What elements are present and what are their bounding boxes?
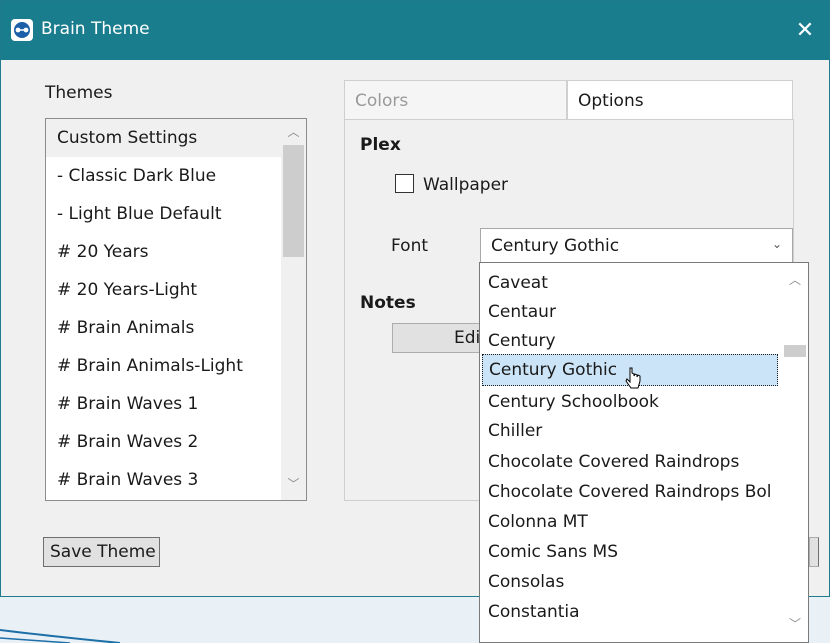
font-option[interactable]: Caveat [480,267,780,299]
notes-heading: Notes [360,293,416,313]
font-option[interactable]: Centaur [480,296,780,328]
wallpaper-label: Wallpaper [423,175,509,195]
tab-options[interactable]: Options [567,80,793,120]
scrollbar-thumb[interactable] [784,345,806,357]
tab-colors[interactable]: Colors [344,80,567,120]
font-option[interactable]: Comic Sans MS [480,536,780,568]
close-icon[interactable]: ✕ [781,1,829,60]
font-option[interactable]: Century [480,325,780,357]
window-title: Brain Theme [41,19,150,39]
font-option[interactable]: Chiller [480,415,780,447]
list-item[interactable]: - Classic Dark Blue [46,157,281,195]
themes-listbox[interactable]: Custom Settings - Classic Dark Blue - Li… [45,118,307,501]
mouse-cursor-icon [625,367,641,389]
themes-label: Themes [45,83,113,103]
scroll-down-icon[interactable]: ﹀ [281,475,306,492]
wallpaper-checkbox[interactable] [395,174,414,193]
scrollbar-thumb[interactable] [283,145,304,257]
tab-colors-label: Colors [355,91,409,111]
font-label: Font [391,236,429,256]
scroll-up-icon[interactable]: ︿ [281,123,306,140]
list-item[interactable]: # Brain Animals [46,309,281,347]
partially-hidden-button[interactable] [809,537,819,567]
font-option[interactable]: Constantia [480,596,780,628]
font-dropdown-list[interactable]: Caveat Centaur Century Century Gothic Ce… [479,262,809,643]
title-bar: Brain Theme ✕ [1,1,829,60]
chevron-down-icon[interactable]: ⌄ [772,237,782,251]
font-combobox[interactable]: Century Gothic ⌄ [480,228,793,264]
list-item[interactable]: # 20 Years-Light [46,271,281,309]
save-theme-button[interactable]: Save Theme [43,537,160,567]
font-combobox-value: Century Gothic [491,236,620,256]
font-dropdown-scrollbar[interactable]: ︿ ﹀ [782,263,808,642]
list-item[interactable]: # Brain Waves 3 [46,461,281,499]
font-option[interactable]: Chocolate Covered Raindrops [480,446,780,478]
list-item[interactable]: Custom Settings [46,119,281,157]
font-option[interactable]: Chocolate Covered Raindrops Bol [480,476,780,508]
brain-app-icon [11,19,33,41]
font-option[interactable]: Colonna MT [480,506,780,538]
scroll-up-icon[interactable]: ︿ [782,271,808,288]
themes-scrollbar[interactable]: ︿ ﹀ [281,119,306,500]
save-theme-label: Save Theme [50,542,156,562]
list-item[interactable]: # Brain Waves 2 [46,423,281,461]
plex-heading: Plex [360,135,401,155]
list-item[interactable]: # Brain Animals-Light [46,347,281,385]
scroll-down-icon[interactable]: ﹀ [782,615,808,632]
list-item[interactable]: # 20 Years [46,233,281,271]
tab-options-label: Options [578,91,644,111]
list-item[interactable]: # Brain Waves 1 [46,385,281,423]
list-item[interactable]: - Light Blue Default [46,195,281,233]
edit-notes-button[interactable]: Edit [392,323,492,353]
font-option[interactable]: Consolas [480,566,780,598]
